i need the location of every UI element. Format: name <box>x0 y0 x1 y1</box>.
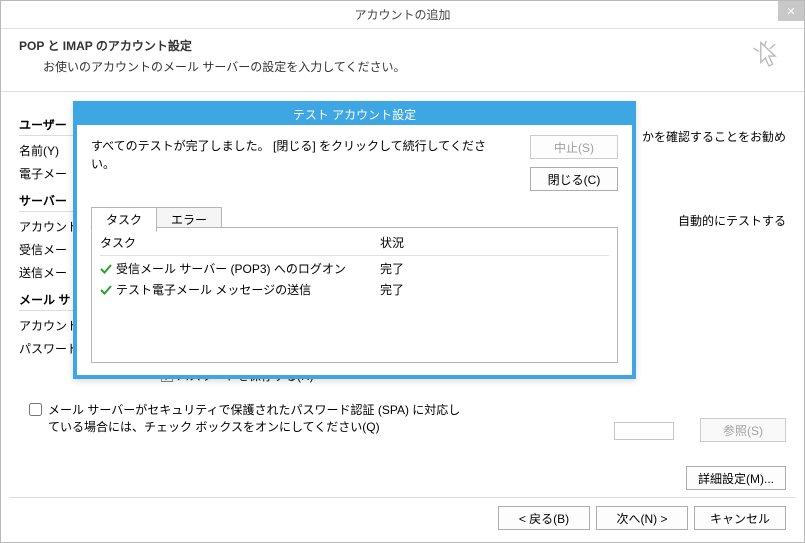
spa-label-line1: メール サーバーがセキュリティで保護されたパスワード認証 (SPA) に対応し <box>48 401 460 418</box>
checkmark-icon <box>100 263 112 275</box>
cancel-button[interactable]: キャンセル <box>694 506 786 530</box>
cursor-icon <box>750 39 786 79</box>
window-title: アカウントの追加 <box>354 6 450 23</box>
account-type-label: アカウント <box>19 218 67 235</box>
header-task: タスク <box>100 234 380 251</box>
password-label: パスワード <box>19 340 67 357</box>
footer-buttons: < 戻る(B) 次へ(N) > キャンセル <box>498 506 786 530</box>
titlebar: アカウントの追加 ✕ <box>1 1 804 29</box>
spa-checkbox[interactable] <box>29 403 42 416</box>
name-label: 名前(Y) <box>19 142 67 159</box>
header-title: POP と IMAP のアカウント設定 <box>19 37 786 54</box>
back-button[interactable]: < 戻る(B) <box>498 506 590 530</box>
incoming-label: 受信メー <box>19 241 67 258</box>
task-status: 完了 <box>380 281 404 298</box>
stop-button: 中止(S) <box>530 135 618 159</box>
dialog-body: すべてのテストが完了しました。 [閉じる] をクリックして続行してください。 中… <box>77 125 632 375</box>
header-band: POP と IMAP のアカウント設定 お使いのアカウントのメール サーバーの設… <box>1 29 804 92</box>
checkmark-icon <box>100 284 112 296</box>
footer-separator <box>9 497 796 498</box>
tasks-panel: タスク 状況 受信メール サーバー (POP3) へのログオン 完了 <box>91 227 618 363</box>
task-name: テスト電子メール メッセージの送信 <box>116 281 311 298</box>
email-label: 電子メー <box>19 165 67 182</box>
detail-settings-button[interactable]: 詳細設定(M)... <box>686 466 786 490</box>
outgoing-label: 送信メー <box>19 264 67 281</box>
test-account-settings-dialog: テスト アカウント設定 すべてのテストが完了しました。 [閉じる] をクリックし… <box>73 101 636 379</box>
autotest-text: 自動的にテストする <box>678 212 786 229</box>
tab-tasks[interactable]: タスク <box>91 207 157 232</box>
header-sub: お使いのアカウントのメール サーバーの設定を入力してください。 <box>19 54 786 75</box>
account2-label: アカウント <box>19 317 67 334</box>
path-input-fragment[interactable] <box>614 422 674 440</box>
table-row: 受信メール サーバー (POP3) へのログオン 完了 <box>100 256 609 277</box>
close-button[interactable]: 閉じる(C) <box>530 167 618 191</box>
task-name: 受信メール サーバー (POP3) へのログオン <box>116 260 346 277</box>
header-status: 状況 <box>380 234 404 251</box>
close-icon[interactable]: ✕ <box>778 1 804 21</box>
task-status: 完了 <box>380 260 404 277</box>
spa-label: メール サーバーがセキュリティで保護されたパスワード認証 (SPA) に対応し … <box>48 401 460 435</box>
browse-button: 参照(S) <box>700 418 786 442</box>
add-account-window: アカウントの追加 ✕ POP と IMAP のアカウント設定 お使いのアカウント… <box>0 0 805 543</box>
spa-label-line2: ている場合には、チェック ボックスをオンにしてください(Q) <box>48 418 460 435</box>
advice-text: かを確認することをお勧め <box>642 128 786 145</box>
dialog-title: テスト アカウント設定 <box>73 101 636 125</box>
table-row: テスト電子メール メッセージの送信 完了 <box>100 277 609 298</box>
next-button[interactable]: 次へ(N) > <box>596 506 688 530</box>
table-header: タスク 状況 <box>100 234 609 256</box>
